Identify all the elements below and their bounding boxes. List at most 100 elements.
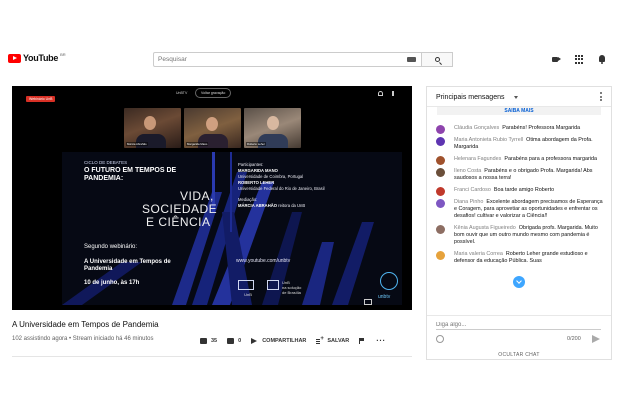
participant-name: Roberto Leher bbox=[246, 142, 266, 146]
create-video-icon[interactable] bbox=[552, 55, 561, 64]
chat-message: Kênia Augusta Figueiredo Obrigada profs. … bbox=[427, 225, 611, 246]
chat-message: Ileno Costa Parabéns e o obrigado Profa. … bbox=[427, 168, 611, 182]
more-actions-icon[interactable]: ··· bbox=[376, 336, 386, 345]
message-author[interactable]: Franci Cardoso bbox=[454, 187, 491, 193]
mediator-name: MÁRCIA ABRAHÃO bbox=[238, 203, 278, 208]
participant-camera: Márcia Abrahão bbox=[124, 108, 181, 148]
fullscreen-icon[interactable] bbox=[364, 299, 372, 305]
chat-message-input[interactable] bbox=[436, 320, 601, 330]
chevron-down-icon[interactable] bbox=[514, 96, 518, 99]
mediator-role: reitora da UnB bbox=[277, 203, 306, 208]
share-button[interactable]: COMPARTILHAR bbox=[251, 338, 306, 344]
video-meta: 102 assistindo agora • Stream iniciado h… bbox=[12, 336, 154, 342]
avatar[interactable] bbox=[436, 125, 445, 134]
participant-camera: Roberto Leher bbox=[244, 108, 301, 148]
more-options-icon[interactable] bbox=[392, 91, 394, 96]
apps-grid-icon[interactable] bbox=[575, 55, 584, 64]
participant-camera: Margarida Mano bbox=[184, 108, 241, 148]
participant-name: Margarida Mano bbox=[186, 142, 209, 146]
avatar[interactable] bbox=[436, 251, 445, 260]
avatar[interactable] bbox=[436, 168, 445, 177]
participant-cameras: Márcia Abrahão Margarida Mano Roberto Le… bbox=[124, 108, 301, 148]
scroll-to-bottom-button[interactable] bbox=[513, 276, 525, 288]
avatar[interactable] bbox=[436, 187, 445, 196]
avatar[interactable] bbox=[436, 156, 445, 165]
slide-main-title: O FUTURO EM TEMPOS DE PANDEMIA: bbox=[84, 167, 177, 182]
live-chat: Principais mensagens SAIBA MAIS Cláudia … bbox=[426, 86, 612, 360]
thumbs-down-icon bbox=[227, 337, 235, 344]
slide-theme-line: E CIÊNCIA bbox=[146, 215, 211, 229]
message-author[interactable]: Maria Antonieta Rubio Tyrrell bbox=[454, 137, 523, 143]
country-code: BR bbox=[60, 51, 66, 57]
message-text: Parabéns para a professora margarida bbox=[504, 156, 597, 162]
divider bbox=[12, 356, 412, 357]
participant-1-name: MARGARIDA MANO bbox=[238, 168, 278, 173]
notifications-bell-icon[interactable] bbox=[598, 55, 607, 64]
avatar[interactable] bbox=[436, 225, 445, 234]
chat-message: Maria valeria Correa Roberto Leher grande… bbox=[427, 251, 611, 265]
learn-more-button[interactable]: SAIBA MAIS bbox=[437, 107, 601, 115]
message-author[interactable]: Kênia Augusta Figueiredo bbox=[454, 225, 516, 231]
emoji-icon[interactable] bbox=[436, 335, 444, 343]
youtube-play-icon bbox=[8, 53, 21, 63]
video-title: A Universidade em Tempos de Pandemia bbox=[12, 320, 159, 329]
hide-chat-button[interactable]: OCULTAR CHAT bbox=[427, 352, 611, 358]
logo-text: YouTube bbox=[23, 53, 59, 63]
dislike-button[interactable]: 0 bbox=[227, 337, 242, 344]
like-button[interactable]: 35 bbox=[200, 337, 218, 344]
video-player[interactable]: Webinário UnB UnBTV Voltar gravação Márc… bbox=[12, 86, 412, 310]
character-counter: 0/200 bbox=[567, 336, 581, 342]
save-button[interactable]: SALVAR bbox=[316, 336, 350, 344]
chat-mode-selector[interactable]: Principais mensagens bbox=[436, 94, 504, 101]
message-author[interactable]: Cláudia Gonçalves bbox=[454, 125, 499, 131]
masthead: YouTube BR bbox=[0, 50, 620, 70]
unbtv-logo-icon bbox=[380, 272, 398, 290]
chat-header: Principais mensagens bbox=[427, 87, 611, 107]
thumbs-up-icon bbox=[200, 337, 207, 344]
slide-date: 10 de junho, às 17h bbox=[84, 280, 140, 286]
slide-series-label: CICLO DE DEBATES bbox=[84, 160, 128, 165]
dislike-count: 0 bbox=[238, 337, 242, 344]
youtube-logo[interactable]: YouTube BR bbox=[8, 51, 66, 63]
message-text: Boa tarde amigo Roberto bbox=[493, 187, 555, 193]
message-author[interactable]: Helenara Fagundes bbox=[454, 156, 501, 162]
video-actions: 35 0 COMPARTILHAR SALVAR ··· bbox=[200, 336, 386, 345]
chat-messages: Cláudia Gonçalves Parabéns! Professora Ma… bbox=[427, 125, 611, 297]
message-text: Parabéns! Professora Margarida bbox=[502, 125, 581, 131]
search-icon bbox=[434, 57, 440, 62]
slide-webinar-name: A Universidade em Tempos de Pandemia bbox=[84, 259, 171, 272]
avatar[interactable] bbox=[436, 199, 445, 208]
participant-2-name: ROBERTO LEHER bbox=[238, 180, 275, 185]
keyboard-icon[interactable] bbox=[407, 57, 416, 62]
message-author[interactable]: Maria valeria Correa bbox=[454, 251, 503, 257]
slide-webinar-number: Segundo webinário: bbox=[84, 244, 138, 250]
chat-message: Helenara Fagundes Parabéns para a profess… bbox=[427, 156, 611, 165]
channel-label: UnBTV bbox=[176, 91, 188, 95]
avatar[interactable] bbox=[436, 137, 445, 146]
message-author[interactable]: Diana Pinho bbox=[454, 199, 483, 205]
unb-logo-icon bbox=[238, 280, 254, 290]
report-flag-icon[interactable] bbox=[359, 337, 365, 344]
live-badge: Webinário UnB bbox=[26, 96, 56, 102]
chat-message: Cláudia Gonçalves Parabéns! Professora Ma… bbox=[427, 125, 611, 134]
participant-2-institution: Universidade Federal do Rio de Janeiro, … bbox=[238, 186, 325, 191]
slide-participants: Participantes: MARGARIDA MANO Universida… bbox=[238, 162, 368, 209]
slide-theme: VIDA, SOCIEDADE E CIÊNCIA bbox=[142, 190, 217, 229]
chat-message: Maria Antonieta Rubio Tyrrell Otima abord… bbox=[427, 137, 611, 151]
search-button[interactable] bbox=[422, 52, 453, 67]
back-to-recording-button[interactable]: Voltar gravação bbox=[195, 88, 232, 98]
unb-tagline: UnB na solução de Brasília bbox=[282, 280, 302, 295]
save-label: SALVAR bbox=[327, 337, 350, 344]
message-author[interactable]: Ileno Costa bbox=[454, 168, 481, 174]
unbtv-label: unbtv bbox=[378, 294, 391, 300]
chat-message: Diana Pinho Excelente abordagem precisamo… bbox=[427, 199, 611, 220]
share-icon bbox=[251, 338, 258, 344]
chat-more-icon[interactable] bbox=[600, 92, 602, 101]
like-count: 35 bbox=[211, 337, 218, 344]
heart-icon[interactable] bbox=[378, 91, 383, 96]
search-box bbox=[153, 52, 422, 67]
unb-seal-icon bbox=[267, 280, 279, 290]
search-input[interactable] bbox=[158, 56, 398, 63]
send-icon[interactable] bbox=[592, 335, 600, 343]
youtube-page: YouTube BR Webinário UnB UnBTV Voltar gr… bbox=[0, 0, 620, 412]
